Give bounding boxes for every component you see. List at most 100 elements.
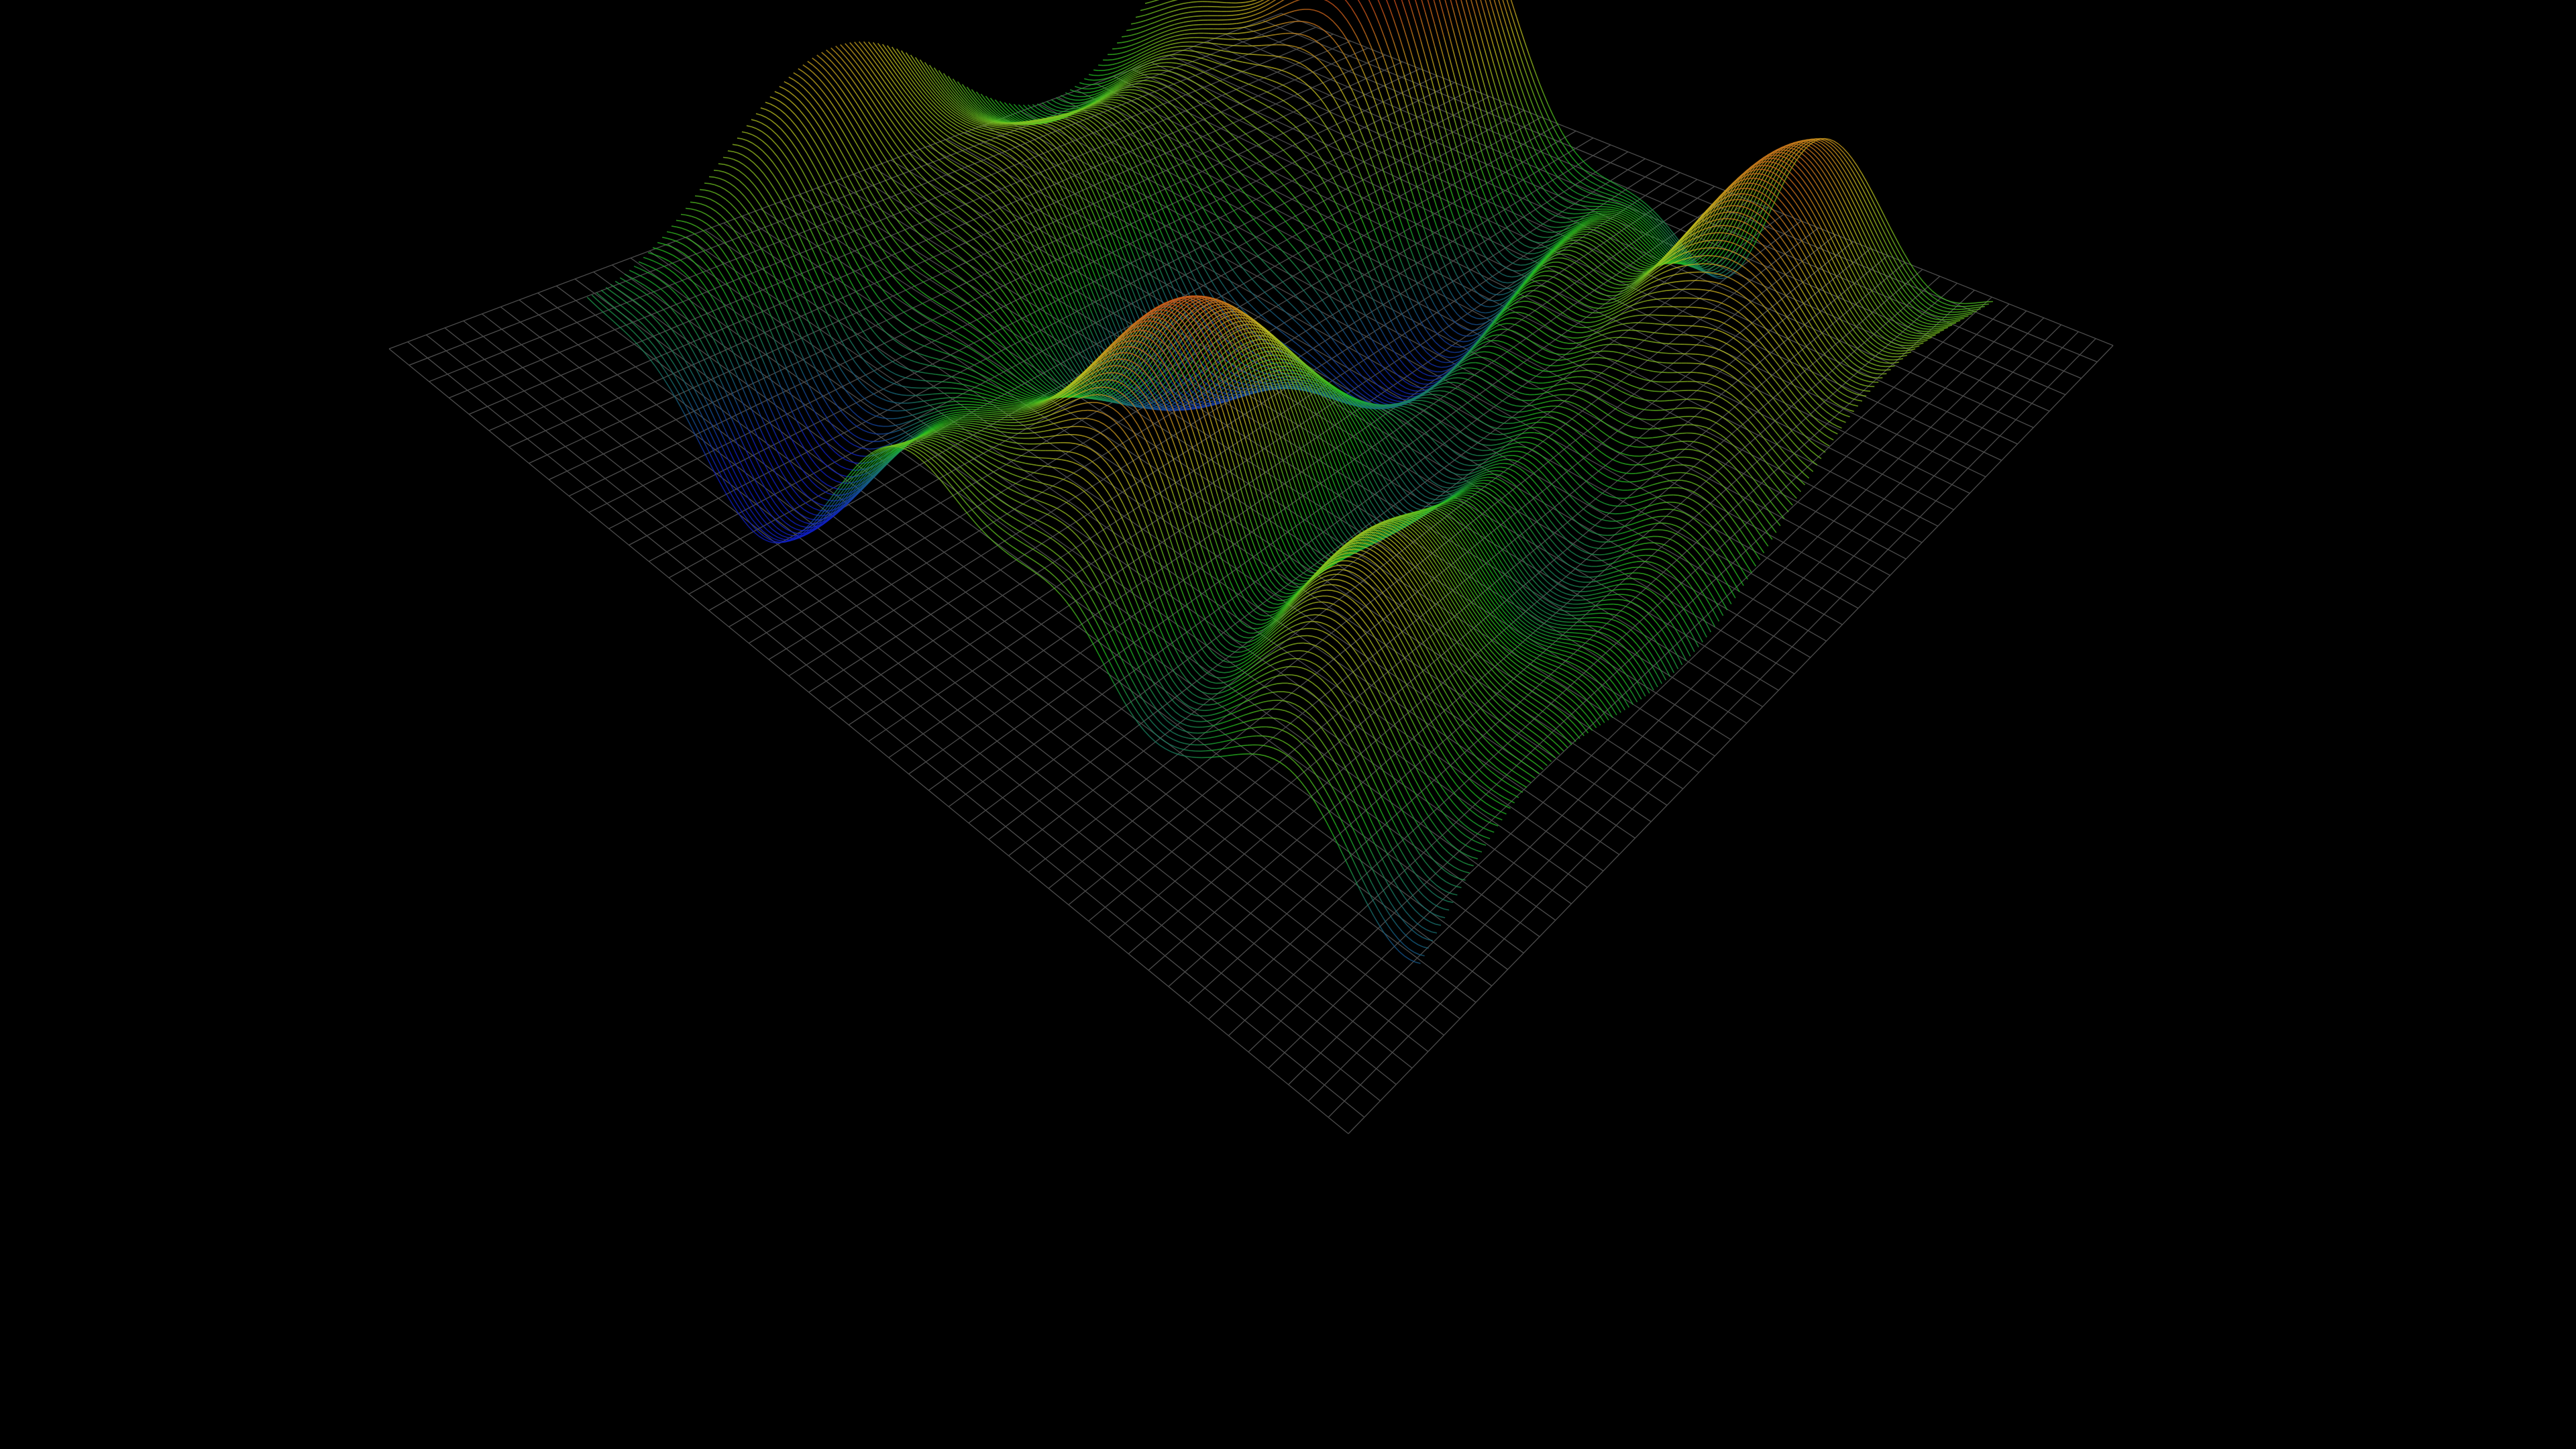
terrain-strand-segment xyxy=(1834,217,1841,229)
terrain-strand-segment xyxy=(1872,207,1878,218)
terrain-strand-segment xyxy=(1609,190,1615,193)
terrain-strand-segment xyxy=(1787,219,1794,227)
terrain-strand-segment xyxy=(1723,211,1729,213)
terrain-strand-segment xyxy=(1623,236,1629,241)
terrain-strand-segment xyxy=(1744,182,1750,184)
terrain-strand-segment xyxy=(1438,18,1444,37)
terrain-strand-segment xyxy=(1544,157,1550,166)
terrain-strand-segment xyxy=(1858,329,1864,337)
terrain-strand-segment xyxy=(1136,36,1141,40)
terrain-strand-segment xyxy=(1144,1,1150,4)
terrain-strand-segment xyxy=(1609,185,1615,189)
terrain-strand-segment xyxy=(1643,258,1649,262)
terrain-strand-segment xyxy=(1193,19,1199,21)
terrain-strand-segment xyxy=(1815,323,1821,331)
terrain-strand-segment xyxy=(1444,82,1450,100)
terrain-strand-segment xyxy=(1623,192,1629,196)
terrain-strand-segment xyxy=(1900,270,1907,279)
terrain-strand-segment xyxy=(1534,82,1540,95)
terrain-strand-segment xyxy=(1897,356,1902,358)
terrain-strand-segment xyxy=(1470,56,1477,74)
terrain-strand-segment xyxy=(1877,235,1884,246)
terrain-strand-segment xyxy=(1721,239,1726,242)
terrain-strand-segment xyxy=(1813,280,1819,290)
terrain-strand-segment xyxy=(1486,183,1492,197)
terrain-strand-segment xyxy=(1520,258,1525,260)
terrain-strand-segment xyxy=(1821,276,1827,286)
terrain-strand-segment xyxy=(1309,9,1314,11)
terrain-strand-segment xyxy=(1626,266,1632,270)
terrain-strand-segment xyxy=(1978,301,1984,303)
terrain-strand-segment xyxy=(1471,315,1477,319)
terrain-strand-segment xyxy=(1365,34,1371,46)
terrain-strand-segment xyxy=(1872,217,1878,227)
terrain-strand-segment xyxy=(1140,30,1146,34)
terrain-strand-segment xyxy=(1737,212,1743,215)
terrain-strand-segment xyxy=(1155,44,1161,47)
terrain-strand-segment xyxy=(1285,21,1291,24)
terrain-strand-segment xyxy=(1483,266,1489,273)
terrain-strand-segment xyxy=(1456,288,1462,297)
terrain-strand-segment xyxy=(1520,71,1526,86)
terrain-strand-segment xyxy=(1136,52,1142,56)
terrain-strand-segment xyxy=(1612,213,1617,215)
terrain-strand-segment xyxy=(1515,13,1521,28)
terrain-strand-segment xyxy=(1150,31,1156,34)
terrain-strand-segment xyxy=(1807,328,1813,337)
terrain-strand-segment xyxy=(1463,191,1470,205)
terrain-strand-segment xyxy=(1568,271,1574,276)
terrain-strand-segment xyxy=(1299,21,1305,23)
terrain-strand-segment xyxy=(1573,208,1579,211)
terrain-strand-segment xyxy=(1150,26,1156,30)
terrain-strand-segment xyxy=(1801,230,1807,239)
terrain-strand-segment xyxy=(1360,24,1366,35)
terrain-strand-segment xyxy=(1717,275,1722,278)
terrain-strand-segment xyxy=(1604,188,1610,191)
terrain-strand-segment xyxy=(1632,197,1638,202)
terrain-strand-segment xyxy=(1841,269,1847,280)
terrain-strand-segment xyxy=(1635,263,1641,268)
terrain-strand-segment xyxy=(1474,14,1481,32)
terrain-strand-segment xyxy=(1970,307,1976,309)
terrain-strand-segment xyxy=(1534,255,1540,259)
terrain-strand-segment xyxy=(1548,164,1555,173)
terrain-strand-segment xyxy=(1931,290,1937,295)
terrain-strand-segment xyxy=(1811,176,1817,184)
terrain-strand-segment xyxy=(1250,13,1256,17)
terrain-strand-segment xyxy=(1250,6,1256,9)
3d-viewport[interactable] xyxy=(0,0,2576,1449)
terrain-strand-segment xyxy=(1401,1,1408,17)
terrain-strand-segment xyxy=(1557,146,1564,155)
terrain-strand-segment xyxy=(1414,0,1417,3)
terrain-strand-segment xyxy=(1815,174,1821,183)
terrain-strand-segment xyxy=(1803,180,1809,188)
terrain-strand-segment xyxy=(1917,319,1923,323)
terrain-strand-segment xyxy=(1131,47,1137,51)
terrain-strand-segment xyxy=(1507,282,1513,284)
terrain-strand-segment xyxy=(1616,211,1622,215)
terrain-strand-segment xyxy=(1790,272,1796,281)
terrain-strand-segment xyxy=(1145,28,1151,32)
terrain-strand-segment xyxy=(1741,199,1747,201)
terrain-strand-segment xyxy=(1812,345,1819,354)
terrain-strand-segment xyxy=(1854,331,1860,338)
terrain-strand-segment xyxy=(1126,49,1132,52)
terrain-strand-segment xyxy=(1493,286,1499,289)
terrain-strand-segment xyxy=(1539,135,1545,146)
terrain-strand-segment xyxy=(1814,160,1820,167)
terrain-strand-segment xyxy=(1821,147,1827,153)
terrain-strand-segment xyxy=(1299,9,1305,11)
terrain-strand-segment xyxy=(1908,260,1914,269)
terrain-strand-segment xyxy=(1563,268,1568,272)
terrain-strand-segment xyxy=(1609,281,1615,284)
terrain-strand-segment xyxy=(1174,18,1179,21)
terrain-strand-segment xyxy=(1825,147,1831,153)
terrain-scene[interactable] xyxy=(0,0,2576,1449)
terrain-strand-segment xyxy=(1813,213,1819,223)
terrain-strand-segment xyxy=(1566,250,1572,252)
terrain-strand-segment xyxy=(1887,264,1893,273)
terrain-strand-segment xyxy=(1826,219,1833,230)
terrain-strand-segment xyxy=(1777,197,1784,204)
terrain-strand-segment xyxy=(1805,217,1811,227)
terrain-strand-segment xyxy=(1519,56,1526,71)
